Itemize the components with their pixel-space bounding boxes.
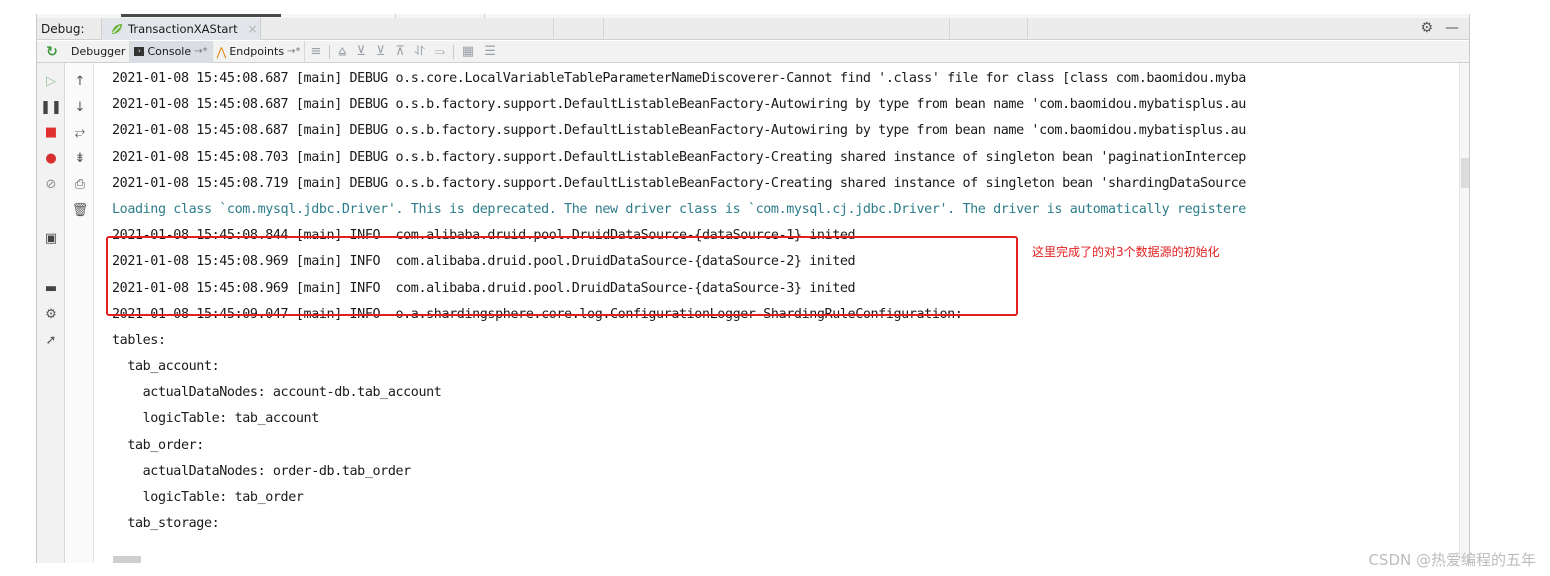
close-icon[interactable]: × <box>248 22 258 36</box>
rerun-icon[interactable]: ↻ <box>37 44 67 60</box>
run-config-tab[interactable]: TransactionXAStart × <box>101 18 261 40</box>
console-line: Loading class `com.mysql.jdbc.Driver'. T… <box>112 201 1246 217</box>
view-breakpoints-icon[interactable]: ● <box>37 151 65 166</box>
header-divider <box>603 18 604 40</box>
minimize-icon[interactable]: — <box>1445 20 1459 36</box>
tab-console-pin: →* <box>194 46 208 57</box>
console-line: actualDataNodes: account-db.tab_account <box>112 385 442 401</box>
gear-icon[interactable]: ⚙ <box>1420 20 1433 36</box>
debug-label: Debug: <box>41 22 85 36</box>
run-config-label: TransactionXAStart <box>128 22 238 36</box>
soft-wrap-icon[interactable]: ⥂ <box>66 125 94 140</box>
header-divider <box>553 18 554 40</box>
clear-all-icon[interactable]: 🗑 <box>66 203 94 218</box>
console-line: tab_account: <box>112 359 220 375</box>
pause-icon[interactable]: ❚❚ <box>37 100 65 115</box>
console-line: logicTable: tab_account <box>112 411 320 427</box>
console-line: logicTable: tab_order <box>112 490 304 505</box>
tab-console[interactable]: › Console →* <box>130 40 213 63</box>
tab-debugger-label: Debugger <box>71 45 126 58</box>
step-into-icon[interactable]: ⊻ <box>371 44 391 59</box>
console-line: tables: <box>112 332 166 348</box>
console-line: tab_storage: <box>112 516 220 532</box>
horizontal-scrollbar-thumb[interactable] <box>113 556 141 563</box>
header-divider <box>1027 18 1028 40</box>
settings-icon[interactable]: ⚙ <box>37 307 65 322</box>
console-icon: › <box>134 47 145 56</box>
console-line: 2021-01-08 15:45:08.687 [main] DEBUG o.s… <box>112 123 1246 139</box>
run-to-cursor-icon[interactable]: ⥰ <box>430 44 450 59</box>
watermark: CSDN @热爱编程的五年 <box>1368 551 1536 569</box>
console-line: 2021-01-08 15:45:08.687 [main] DEBUG o.s… <box>112 71 1246 86</box>
evaluate-expression-icon[interactable]: ▦ <box>457 44 479 59</box>
vertical-scrollbar[interactable] <box>1459 63 1469 561</box>
console-line: 2021-01-08 15:45:08.719 [main] DEBUG o.s… <box>112 175 1246 191</box>
pin-icon[interactable]: ➚ <box>37 333 65 348</box>
scroll-up-icon[interactable]: ↑ <box>66 74 94 89</box>
trace-icon[interactable]: ☰ <box>479 44 501 59</box>
stop-icon[interactable]: ■ <box>37 125 65 140</box>
console-line: actualDataNodes: order-db.tab_order <box>112 463 412 479</box>
endpoints-icon: ⋀ <box>216 44 227 59</box>
scroll-down-icon[interactable]: ↓ <box>66 100 94 115</box>
tab-debugger[interactable]: Debugger <box>67 40 131 63</box>
scrollbar-thumb[interactable] <box>1461 158 1469 188</box>
step-out-icon[interactable]: ⊼ <box>390 44 410 59</box>
step-over-icon[interactable]: ⊻ <box>351 44 371 59</box>
tab-endpoints[interactable]: ⋀ Endpoints →* <box>213 40 306 63</box>
annotation-highlight-box <box>106 236 1018 316</box>
menu-icon[interactable]: ≡ <box>305 44 326 59</box>
debug-toolbar: ↻ Debugger › Console →* ⋀ Endpoints →* ≡… <box>37 40 1469 63</box>
show-execution-point-icon[interactable]: ⩠ <box>333 44 351 59</box>
console-line: tab_order: <box>112 437 204 453</box>
editor-tab-residue <box>121 14 281 17</box>
mute-breakpoints-icon[interactable]: ⊘ <box>37 177 65 192</box>
camera-icon[interactable]: ▣ <box>37 231 65 246</box>
header-divider <box>949 18 950 40</box>
annotation-text: 这里完成了的对3个数据源的初始化 <box>1032 245 1220 259</box>
header-tools: ⚙ — <box>1420 20 1459 36</box>
toolbar-divider <box>329 44 331 59</box>
toolbar-divider <box>452 44 454 59</box>
spring-run-icon <box>112 24 122 34</box>
drop-frame-icon[interactable]: ⥯ <box>410 44 430 59</box>
layout-icon[interactable]: ▬ <box>37 281 65 296</box>
resume-icon[interactable]: ▷ <box>37 74 65 89</box>
print-icon[interactable]: ⎙ <box>66 177 94 192</box>
console-gutter: ↑ ↓ ⥂ ⇟ ⎙ 🗑 <box>66 63 94 563</box>
left-debug-toolbar: ▷ ❚❚ ■ ● ⊘ ▣ ▬ ⚙ ➚ <box>37 63 65 563</box>
tab-endpoints-label: Endpoints <box>229 45 285 58</box>
scroll-to-end-icon[interactable]: ⇟ <box>66 151 94 166</box>
tab-console-label: Console <box>147 45 192 58</box>
tab-endpoints-pin: →* <box>287 46 301 57</box>
console-line: 2021-01-08 15:45:08.703 [main] DEBUG o.s… <box>112 149 1246 165</box>
console-line: 2021-01-08 15:45:08.687 [main] DEBUG o.s… <box>112 97 1246 113</box>
tool-window-header: Debug: TransactionXAStart × ⚙ — <box>37 18 1469 40</box>
